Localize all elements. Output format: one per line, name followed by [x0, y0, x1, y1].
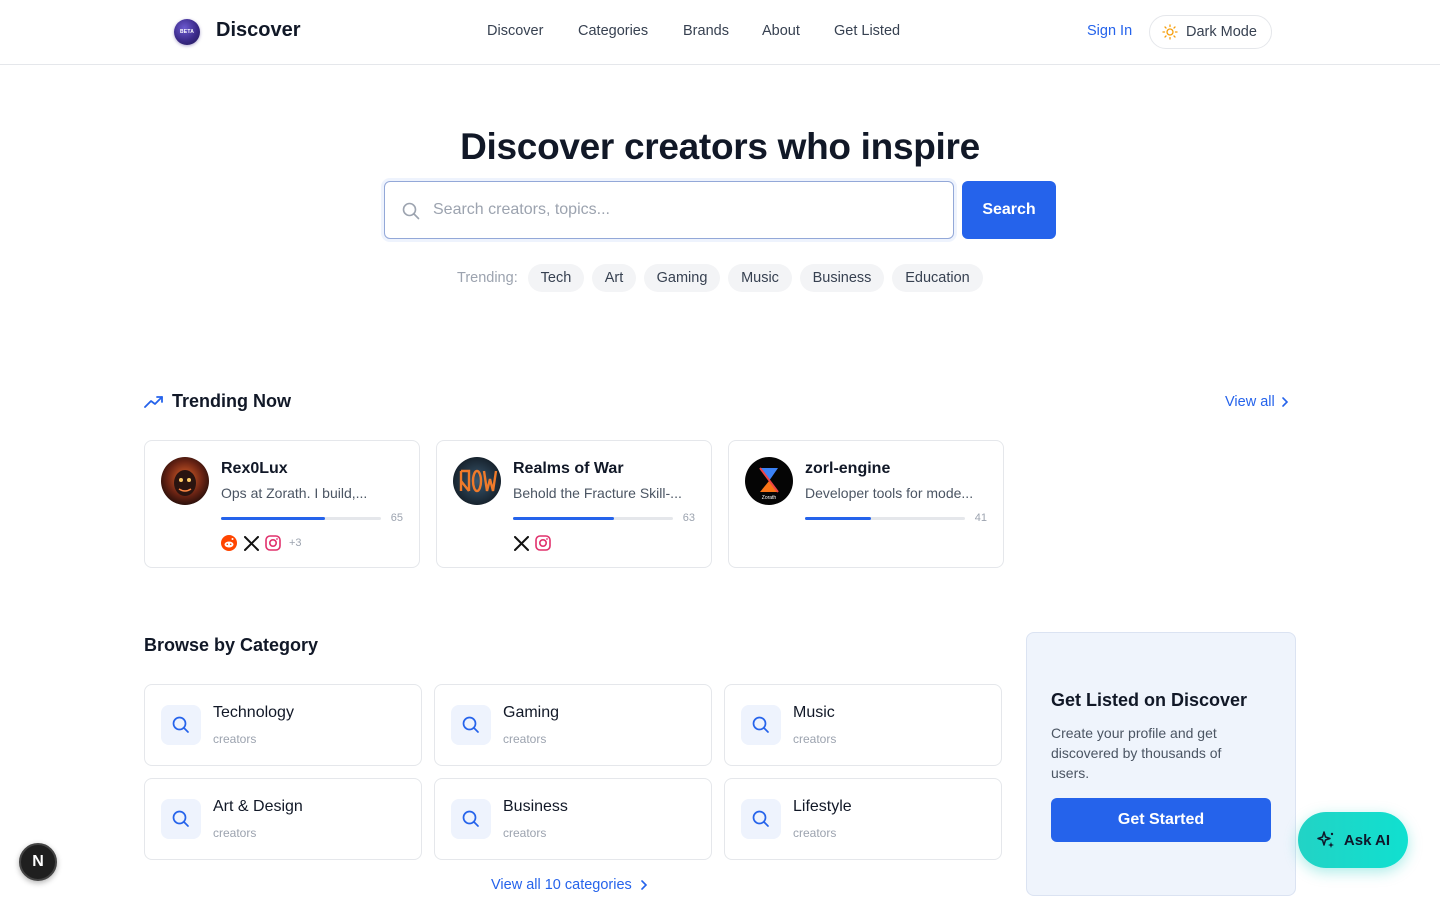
category-card-lifestyle[interactable]: Lifestyle creators [724, 778, 1002, 860]
search-icon [161, 799, 201, 839]
category-name: Technology [213, 704, 294, 721]
chevron-right-icon [1281, 397, 1288, 407]
view-all-categories-link[interactable]: View all 10 categories [491, 877, 648, 893]
reddit-icon[interactable] [221, 535, 237, 551]
category-card-business[interactable]: Business creators [434, 778, 712, 860]
nav-categories[interactable]: Categories [578, 23, 648, 39]
nav-about[interactable]: About [762, 23, 800, 39]
logo-icon[interactable]: BETA [174, 19, 200, 45]
score-bar-fill [805, 517, 871, 520]
top-navbar: BETA Discover Discover Categories Brands… [0, 0, 1440, 65]
get-listed-panel: Get Listed on Discover Create your profi… [1026, 632, 1296, 896]
score-value: 65 [390, 512, 403, 524]
trending-chip-tech[interactable]: Tech [528, 264, 584, 292]
trending-chip-business[interactable]: Business [800, 264, 884, 292]
view-all-trending-link[interactable]: View all [1225, 394, 1289, 410]
dark-mode-toggle[interactable]: Dark Mode [1149, 15, 1272, 49]
sign-in-link[interactable]: Sign In [1087, 23, 1132, 39]
trending-chip-gaming[interactable]: Gaming [644, 264, 720, 292]
chevron-right-icon [640, 880, 647, 890]
beta-badge: BETA [179, 29, 195, 35]
get-started-button[interactable]: Get Started [1051, 798, 1271, 842]
creator-name: Realms of War [513, 460, 624, 477]
category-name: Gaming [503, 704, 560, 721]
sun-icon [1162, 24, 1178, 40]
creator-card-realms-of-war[interactable]: Realms of War Behold the Fracture Skill-… [436, 440, 712, 568]
social-links: +3 [221, 535, 302, 551]
get-listed-title: Get Listed on Discover [1051, 690, 1248, 710]
nav-discover[interactable]: Discover [487, 23, 543, 39]
score-bar [513, 517, 673, 520]
trending-up-icon [144, 396, 163, 408]
score-bar [221, 517, 381, 520]
dev-tools-badge[interactable]: N [19, 843, 57, 881]
view-all-label: View all [1225, 394, 1275, 410]
category-card-art-design[interactable]: Art & Design creators [144, 778, 422, 860]
get-listed-text: Create your profile and get discovered b… [1051, 725, 1222, 781]
hero-title: Discover creators who inspire [460, 126, 980, 167]
category-name: Art & Design [213, 798, 303, 815]
avatar-label: Zorath [762, 495, 777, 501]
score-bar-fill [221, 517, 325, 520]
x-icon[interactable] [243, 535, 259, 551]
browse-by-category-title: Browse by Category [144, 635, 319, 655]
creator-description: Behold the Fracture Skill-... [513, 485, 682, 501]
search-icon [451, 799, 491, 839]
nav-brands[interactable]: Brands [683, 23, 729, 39]
creator-card-zorl-engine[interactable]: Zorath zorl-engine Developer tools for m… [728, 440, 1004, 568]
avatar [161, 457, 209, 505]
instagram-icon[interactable] [265, 535, 281, 551]
trending-chip-art[interactable]: Art [592, 264, 636, 292]
category-sub: creators [213, 732, 257, 746]
search-input[interactable] [433, 196, 933, 224]
category-name: Business [503, 798, 568, 815]
trending-label: Trending: [457, 270, 518, 286]
creator-name: zorl-engine [805, 460, 891, 477]
view-all-categories-label: View all 10 categories [491, 877, 632, 893]
search-icon [451, 705, 491, 745]
creator-description: Developer tools for mode... [805, 485, 974, 501]
ask-ai-button[interactable]: Ask AI [1298, 812, 1408, 868]
score-bar-fill [513, 517, 614, 520]
logo-text[interactable]: Discover [216, 19, 301, 42]
nav-get-listed[interactable]: Get Listed [834, 23, 900, 39]
category-name: Music [793, 704, 835, 721]
creator-card-rex0lux[interactable]: Rex0Lux Ops at Zorath. I build,... 65 +3 [144, 440, 420, 568]
more-socials-count: +3 [289, 537, 302, 549]
score-value: 41 [974, 512, 987, 524]
x-icon[interactable] [513, 535, 529, 551]
avatar [453, 457, 501, 505]
ask-ai-label: Ask AI [1343, 831, 1391, 849]
creator-name: Rex0Lux [221, 460, 288, 477]
search-icon [402, 202, 420, 220]
category-card-gaming[interactable]: Gaming creators [434, 684, 712, 766]
score-value: 63 [682, 512, 695, 524]
search-button[interactable]: Search [962, 181, 1056, 239]
avatar: Zorath [745, 457, 793, 505]
trending-chip-education[interactable]: Education [892, 264, 983, 292]
category-card-music[interactable]: Music creators [724, 684, 1002, 766]
sparkles-icon [1317, 831, 1334, 848]
category-sub: creators [503, 732, 547, 746]
score-bar [805, 517, 965, 520]
category-card-technology[interactable]: Technology creators [144, 684, 422, 766]
search-icon [741, 705, 781, 745]
social-links [513, 535, 551, 551]
category-name: Lifestyle [793, 798, 852, 815]
search-icon [741, 799, 781, 839]
category-sub: creators [503, 826, 547, 840]
trending-now-title: Trending Now [172, 391, 291, 411]
dark-mode-label: Dark Mode [1186, 24, 1257, 40]
search-icon [161, 705, 201, 745]
creator-description: Ops at Zorath. I build,... [221, 485, 368, 501]
trending-chip-music[interactable]: Music [728, 264, 792, 292]
category-sub: creators [213, 826, 257, 840]
category-sub: creators [793, 826, 837, 840]
search-box [384, 181, 954, 239]
instagram-icon[interactable] [535, 535, 551, 551]
category-sub: creators [793, 732, 837, 746]
